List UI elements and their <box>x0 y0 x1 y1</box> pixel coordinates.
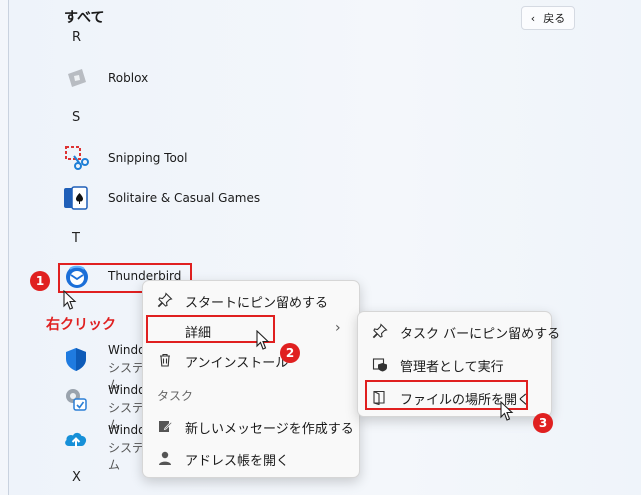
letter-header-r[interactable]: R <box>72 30 81 45</box>
menu-section-task: タスク <box>157 389 194 403</box>
page-title: すべて <box>64 10 105 26</box>
scissors-icon <box>65 146 89 170</box>
back-button[interactable]: ‹ 戻る <box>521 6 575 30</box>
app-item-snipping-tool[interactable]: Snipping Tool <box>62 144 262 172</box>
app-name: Snipping Tool <box>108 151 188 165</box>
menu-item-label: スタートにピン留めする <box>185 296 329 311</box>
app-name: Windo <box>108 383 146 397</box>
mouse-cursor-icon <box>256 330 270 350</box>
app-name: Windo <box>108 423 146 437</box>
compose-icon <box>159 421 173 432</box>
step-badge-3: 3 <box>533 413 553 433</box>
cloud-upload-icon <box>65 432 87 448</box>
menu-item-label: 新しいメッセージを作成する <box>185 422 354 437</box>
chevron-left-icon: ‹ <box>530 11 536 25</box>
gear-check-icon <box>66 389 87 411</box>
context-menu: スタートにピン留めする 詳細 › アンインストール タスク 新しいメッセージを作… <box>142 280 360 478</box>
back-button-label: 戻る <box>543 12 566 25</box>
letter-header-s[interactable]: S <box>72 110 80 125</box>
pin-icon <box>157 292 173 308</box>
app-item-roblox[interactable]: Roblox <box>62 64 262 92</box>
menu-item-label: アドレス帳を開く <box>185 454 290 469</box>
app-item-windows-backup[interactable]: Windo システム <box>62 423 152 472</box>
trash-icon <box>160 353 170 367</box>
pin-icon <box>372 323 388 339</box>
menu-item-label: アンインストール <box>185 356 289 371</box>
menu-item-label: 管理者として実行 <box>400 360 504 375</box>
step-badge-1: 1 <box>30 271 50 291</box>
shield-icon <box>66 348 86 371</box>
app-item-windows-tools[interactable]: Windo システム <box>62 383 152 432</box>
right-click-label: 右クリック <box>46 317 116 333</box>
chevron-right-icon: › <box>335 320 341 336</box>
mouse-cursor-icon <box>500 401 514 421</box>
app-item-windows-security[interactable]: Windo システム <box>62 343 152 392</box>
admin-shield-icon <box>372 358 387 372</box>
app-name: Windo <box>108 343 146 357</box>
menu-item-address-book[interactable]: アドレス帳を開く <box>149 443 353 473</box>
app-item-solitaire[interactable]: Solitaire & Casual Games <box>62 184 282 212</box>
submenu-item-run-admin[interactable]: 管理者として実行 <box>364 349 545 379</box>
app-name: Solitaire & Casual Games <box>108 191 261 205</box>
step-badge-2: 2 <box>280 343 300 363</box>
person-icon <box>159 451 171 465</box>
menu-item-pin-start[interactable]: スタートにピン留めする <box>149 285 353 315</box>
mouse-cursor-icon <box>63 290 77 310</box>
letter-header-x[interactable]: X <box>72 470 81 485</box>
submenu-item-pin-taskbar[interactable]: タスク バーにピン留めする <box>364 316 560 346</box>
menu-item-new-message[interactable]: 新しいメッセージを作成する <box>149 411 354 441</box>
menu-item-uninstall[interactable]: アンインストール <box>149 345 353 375</box>
app-name: Roblox <box>108 71 149 85</box>
cards-icon <box>64 186 88 210</box>
roblox-icon <box>68 69 86 87</box>
letter-header-t[interactable]: T <box>72 231 80 246</box>
menu-item-label: タスク バーにピン留めする <box>400 327 561 342</box>
